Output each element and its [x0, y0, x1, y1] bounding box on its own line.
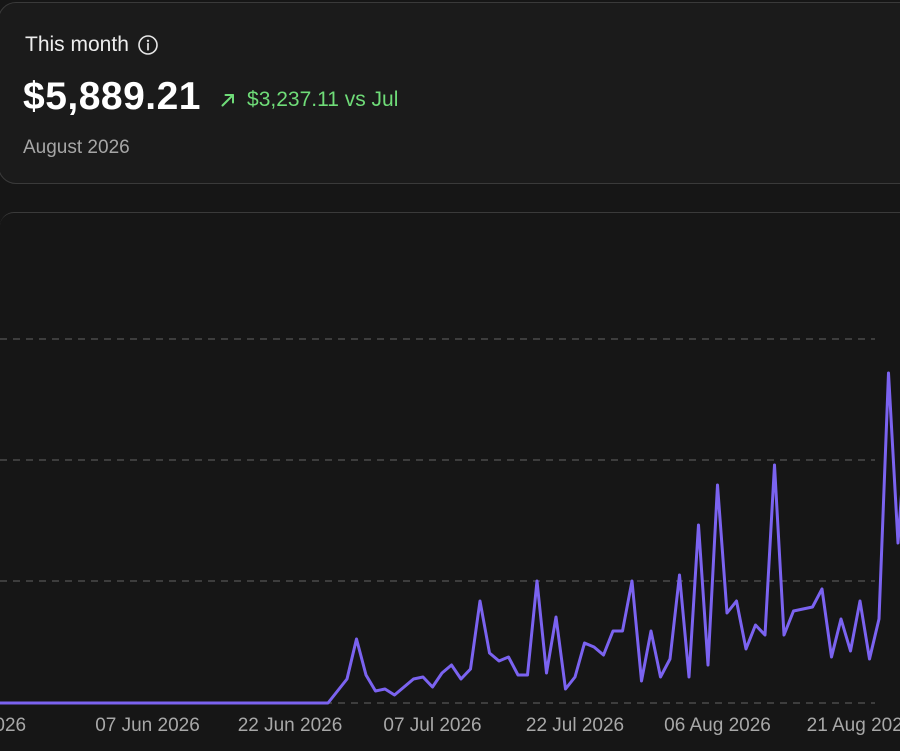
delta-text: $3,237.11 vs Jul: [247, 88, 399, 111]
x-tick-label: 2026: [0, 715, 26, 736]
amount-row: $5,889.21 $3,237.11 vs Jul: [23, 75, 398, 119]
x-tick-label: 22 Jun 2026: [238, 715, 343, 736]
card-title: This month: [25, 33, 129, 56]
summary-card: This month $5,889.21 $3,237.11 vs Jul Au…: [0, 2, 900, 184]
delta-indicator: $3,237.11 vs Jul: [219, 88, 398, 112]
arrow-up-right-icon: [219, 91, 237, 109]
card-header: This month: [25, 33, 159, 57]
x-tick-label: 07 Jul 2026: [383, 715, 481, 736]
revenue-line-chart: 2026 07 Jun 2026 22 Jun 2026 07 Jul 2026 22 …: [0, 338, 900, 736]
chart-panel: 2026 07 Jun 2026 22 Jun 2026 07 Jul 2026 22 …: [0, 212, 900, 751]
info-icon[interactable]: [137, 34, 159, 56]
x-tick-label: 22 Jul 2026: [526, 715, 624, 736]
month-total: $5,889.21: [23, 75, 202, 118]
series-line-0: [0, 371, 900, 705]
x-tick-label: 07 Jun 2026: [95, 715, 200, 736]
x-tick-label: 06 Aug 2026: [664, 715, 771, 736]
x-tick-label: 21 Aug 2026: [807, 715, 900, 736]
period-label: August 2026: [23, 137, 130, 158]
